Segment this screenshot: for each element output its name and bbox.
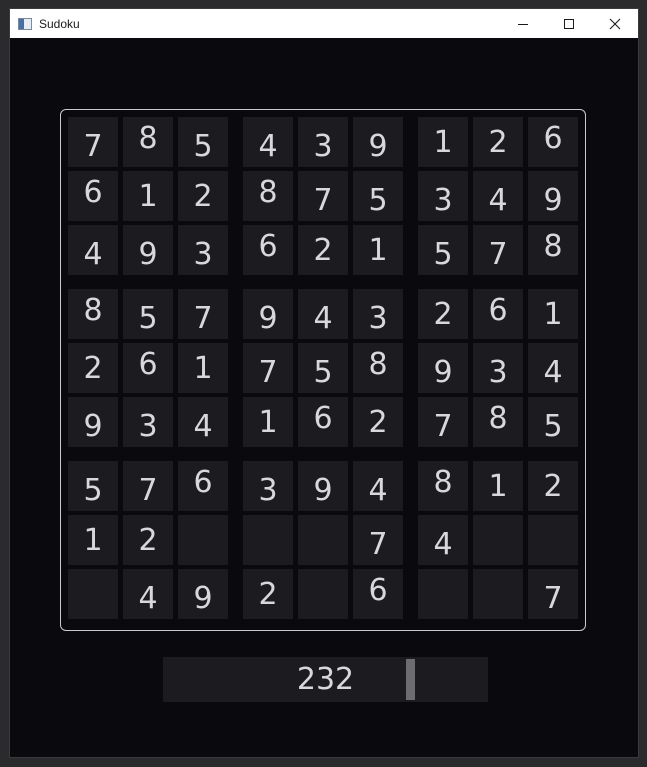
maximize-button[interactable] xyxy=(546,9,592,38)
sudoku-cell[interactable]: 9 xyxy=(68,397,118,447)
sudoku-cell[interactable]: 8 xyxy=(123,117,173,167)
sudoku-cell[interactable]: 4 xyxy=(528,343,578,393)
sudoku-cell[interactable]: 7 xyxy=(178,289,228,339)
sudoku-cell[interactable]: 3 xyxy=(353,289,403,339)
sudoku-cell[interactable]: 8 xyxy=(68,289,118,339)
sudoku-cell[interactable]: 7 xyxy=(418,397,468,447)
sudoku-cell[interactable]: 5 xyxy=(68,461,118,511)
sudoku-cell[interactable]: 4 xyxy=(298,289,348,339)
sudoku-cell[interactable]: 8 xyxy=(528,225,578,275)
sudoku-cell[interactable]: 3 xyxy=(418,171,468,221)
sudoku-cell[interactable]: 9 xyxy=(123,225,173,275)
sudoku-cell[interactable]: 2 xyxy=(353,397,403,447)
sudoku-cell[interactable]: 9 xyxy=(178,569,228,619)
sudoku-cell[interactable]: 9 xyxy=(353,117,403,167)
sudoku-cell[interactable]: 2 xyxy=(178,171,228,221)
sudoku-cell[interactable]: 1 xyxy=(353,225,403,275)
sudoku-cell[interactable] xyxy=(298,515,348,565)
sudoku-cell[interactable]: 2 xyxy=(528,461,578,511)
sudoku-cell[interactable]: 7 xyxy=(473,225,523,275)
sudoku-cell[interactable]: 1 xyxy=(243,397,293,447)
sudoku-cell[interactable]: 2 xyxy=(298,225,348,275)
sudoku-cell[interactable]: 9 xyxy=(528,171,578,221)
sudoku-cell[interactable] xyxy=(243,515,293,565)
minimize-icon xyxy=(518,23,528,25)
sudoku-cell[interactable]: 5 xyxy=(528,397,578,447)
sudoku-cell[interactable]: 2 xyxy=(418,289,468,339)
sudoku-cell[interactable] xyxy=(68,569,118,619)
sudoku-cell[interactable]: 8 xyxy=(353,343,403,393)
sudoku-cell[interactable]: 3 xyxy=(178,225,228,275)
sudoku-board: 7854391266128753494936215788579432612617… xyxy=(60,109,586,631)
sudoku-cell[interactable]: 1 xyxy=(68,515,118,565)
sudoku-cell[interactable]: 7 xyxy=(68,117,118,167)
sudoku-cell[interactable]: 5 xyxy=(298,343,348,393)
sudoku-cell[interactable]: 7 xyxy=(353,515,403,565)
sudoku-cell[interactable]: 4 xyxy=(123,569,173,619)
sudoku-cell[interactable]: 4 xyxy=(353,461,403,511)
sudoku-cell[interactable] xyxy=(298,569,348,619)
score-bar: 232 xyxy=(163,657,488,702)
sudoku-cell[interactable]: 7 xyxy=(243,343,293,393)
sudoku-cell[interactable] xyxy=(473,569,523,619)
sudoku-cell[interactable]: 4 xyxy=(243,117,293,167)
minimize-button[interactable] xyxy=(500,9,546,38)
sudoku-cell[interactable]: 6 xyxy=(298,397,348,447)
title-bar[interactable]: Sudoku xyxy=(10,9,638,38)
sudoku-cell[interactable]: 8 xyxy=(418,461,468,511)
sudoku-cell[interactable]: 4 xyxy=(418,515,468,565)
sudoku-cell[interactable]: 4 xyxy=(178,397,228,447)
sudoku-cell[interactable]: 6 xyxy=(473,289,523,339)
sudoku-cell[interactable]: 2 xyxy=(473,117,523,167)
sudoku-cell[interactable]: 7 xyxy=(528,569,578,619)
app-icon xyxy=(18,17,32,30)
sudoku-cell[interactable]: 4 xyxy=(473,171,523,221)
sudoku-cell[interactable] xyxy=(418,569,468,619)
sudoku-cell[interactable] xyxy=(178,515,228,565)
sudoku-cell[interactable]: 3 xyxy=(473,343,523,393)
window-title: Sudoku xyxy=(39,16,80,31)
close-button[interactable] xyxy=(592,9,638,38)
sudoku-cell[interactable] xyxy=(528,515,578,565)
sudoku-cell[interactable]: 8 xyxy=(473,397,523,447)
sudoku-cell[interactable]: 3 xyxy=(123,397,173,447)
sudoku-cell[interactable]: 6 xyxy=(353,569,403,619)
sudoku-cell[interactable]: 6 xyxy=(528,117,578,167)
sudoku-cell[interactable]: 2 xyxy=(123,515,173,565)
score-cursor xyxy=(406,659,415,700)
sudoku-cell[interactable]: 2 xyxy=(243,569,293,619)
sudoku-cell[interactable]: 1 xyxy=(178,343,228,393)
score-value: 232 xyxy=(296,662,355,697)
sudoku-cell[interactable]: 6 xyxy=(68,171,118,221)
sudoku-cell[interactable]: 5 xyxy=(353,171,403,221)
sudoku-cell[interactable] xyxy=(473,515,523,565)
sudoku-cell[interactable]: 2 xyxy=(68,343,118,393)
sudoku-cell[interactable]: 6 xyxy=(243,225,293,275)
sudoku-cell[interactable]: 7 xyxy=(123,461,173,511)
sudoku-cell[interactable]: 9 xyxy=(243,289,293,339)
sudoku-cell[interactable]: 6 xyxy=(123,343,173,393)
sudoku-cell[interactable]: 6 xyxy=(178,461,228,511)
sudoku-cell[interactable]: 1 xyxy=(528,289,578,339)
maximize-icon xyxy=(564,18,574,29)
sudoku-cell[interactable]: 4 xyxy=(68,225,118,275)
sudoku-cell[interactable]: 9 xyxy=(418,343,468,393)
sudoku-cell[interactable]: 5 xyxy=(178,117,228,167)
sudoku-window: Sudoku 785439126612875349493621578857943… xyxy=(9,8,639,758)
sudoku-cell[interactable]: 1 xyxy=(123,171,173,221)
sudoku-cell[interactable]: 7 xyxy=(298,171,348,221)
sudoku-cell[interactable]: 8 xyxy=(243,171,293,221)
sudoku-cell[interactable]: 3 xyxy=(243,461,293,511)
sudoku-cell[interactable]: 3 xyxy=(298,117,348,167)
close-icon xyxy=(609,18,621,29)
sudoku-cell[interactable]: 9 xyxy=(298,461,348,511)
sudoku-cell[interactable]: 1 xyxy=(473,461,523,511)
sudoku-cell[interactable]: 5 xyxy=(123,289,173,339)
sudoku-cell[interactable]: 5 xyxy=(418,225,468,275)
sudoku-cell[interactable]: 1 xyxy=(418,117,468,167)
window-controls xyxy=(500,9,638,38)
